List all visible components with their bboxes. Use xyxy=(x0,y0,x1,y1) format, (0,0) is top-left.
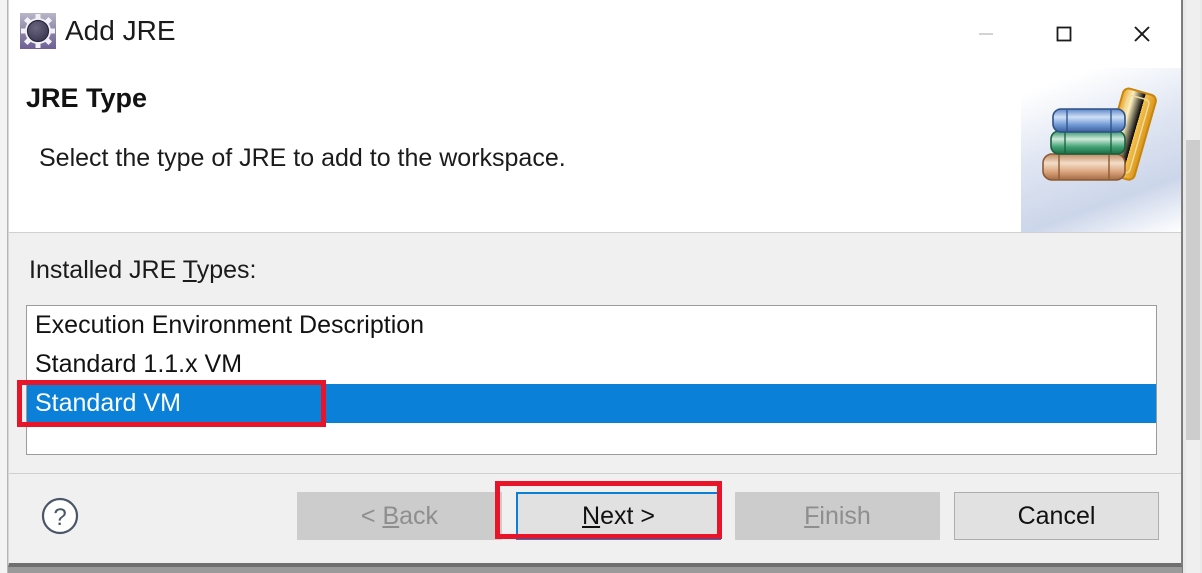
back-button[interactable]: < Back xyxy=(297,492,502,540)
finish-button[interactable]: Finish xyxy=(735,492,940,540)
close-button[interactable] xyxy=(1103,0,1181,68)
page-description: Select the type of JRE to add to the wor… xyxy=(39,144,566,172)
minimize-button[interactable] xyxy=(947,0,1025,68)
list-item-selected[interactable]: Standard VM xyxy=(27,384,1156,423)
maximize-button[interactable] xyxy=(1025,0,1103,68)
label-text-before: Installed JRE xyxy=(29,256,183,284)
installed-jre-types-label: Installed JRE Types: xyxy=(29,256,256,285)
help-button[interactable]: ? xyxy=(40,496,80,536)
list-item[interactable]: Standard 1.1.x VM xyxy=(27,345,1156,384)
back-mnemonic: B xyxy=(382,502,400,530)
dialog-footer: ? < Back Next > Finish Cancel xyxy=(9,473,1181,563)
jre-types-listbox[interactable]: Execution Environment Description Standa… xyxy=(26,305,1157,455)
finish-suffix: inish xyxy=(819,502,871,530)
banner-artwork xyxy=(1021,68,1181,232)
background-right-edge xyxy=(1182,0,1202,573)
page-title: JRE Type xyxy=(26,83,148,113)
dialog-button-row: < Back Next > Finish Cancel xyxy=(297,492,1159,540)
finish-mnemonic: F xyxy=(804,502,820,530)
add-jre-dialog: Add JRE JRE Type Select the type of JRE … xyxy=(8,0,1182,567)
background-scrollbar-thumb[interactable] xyxy=(1186,140,1200,440)
list-item[interactable]: Execution Environment Description xyxy=(27,306,1156,345)
title-bar-left: Add JRE xyxy=(19,12,176,50)
dialog-body: Installed JRE Types: Execution Environme… xyxy=(9,233,1181,473)
label-mnemonic: T xyxy=(182,256,197,284)
window-title: Add JRE xyxy=(65,15,176,46)
title-bar[interactable]: Add JRE xyxy=(9,0,1181,68)
jre-gear-icon xyxy=(19,12,57,50)
back-prefix: < xyxy=(360,502,383,530)
background-left-edge xyxy=(0,0,8,573)
screen: Add JRE JRE Type Select the type of JRE … xyxy=(0,0,1202,573)
back-suffix: ack xyxy=(399,502,439,530)
svg-text:?: ? xyxy=(53,504,66,531)
next-mnemonic: N xyxy=(582,502,601,530)
next-suffix: ext > xyxy=(600,502,655,530)
cancel-button[interactable]: Cancel xyxy=(954,492,1159,540)
window-controls xyxy=(947,0,1181,68)
wizard-banner: JRE Type Select the type of JRE to add t… xyxy=(9,68,1181,233)
next-button[interactable]: Next > xyxy=(516,492,721,540)
label-text-after: ypes: xyxy=(196,256,257,284)
